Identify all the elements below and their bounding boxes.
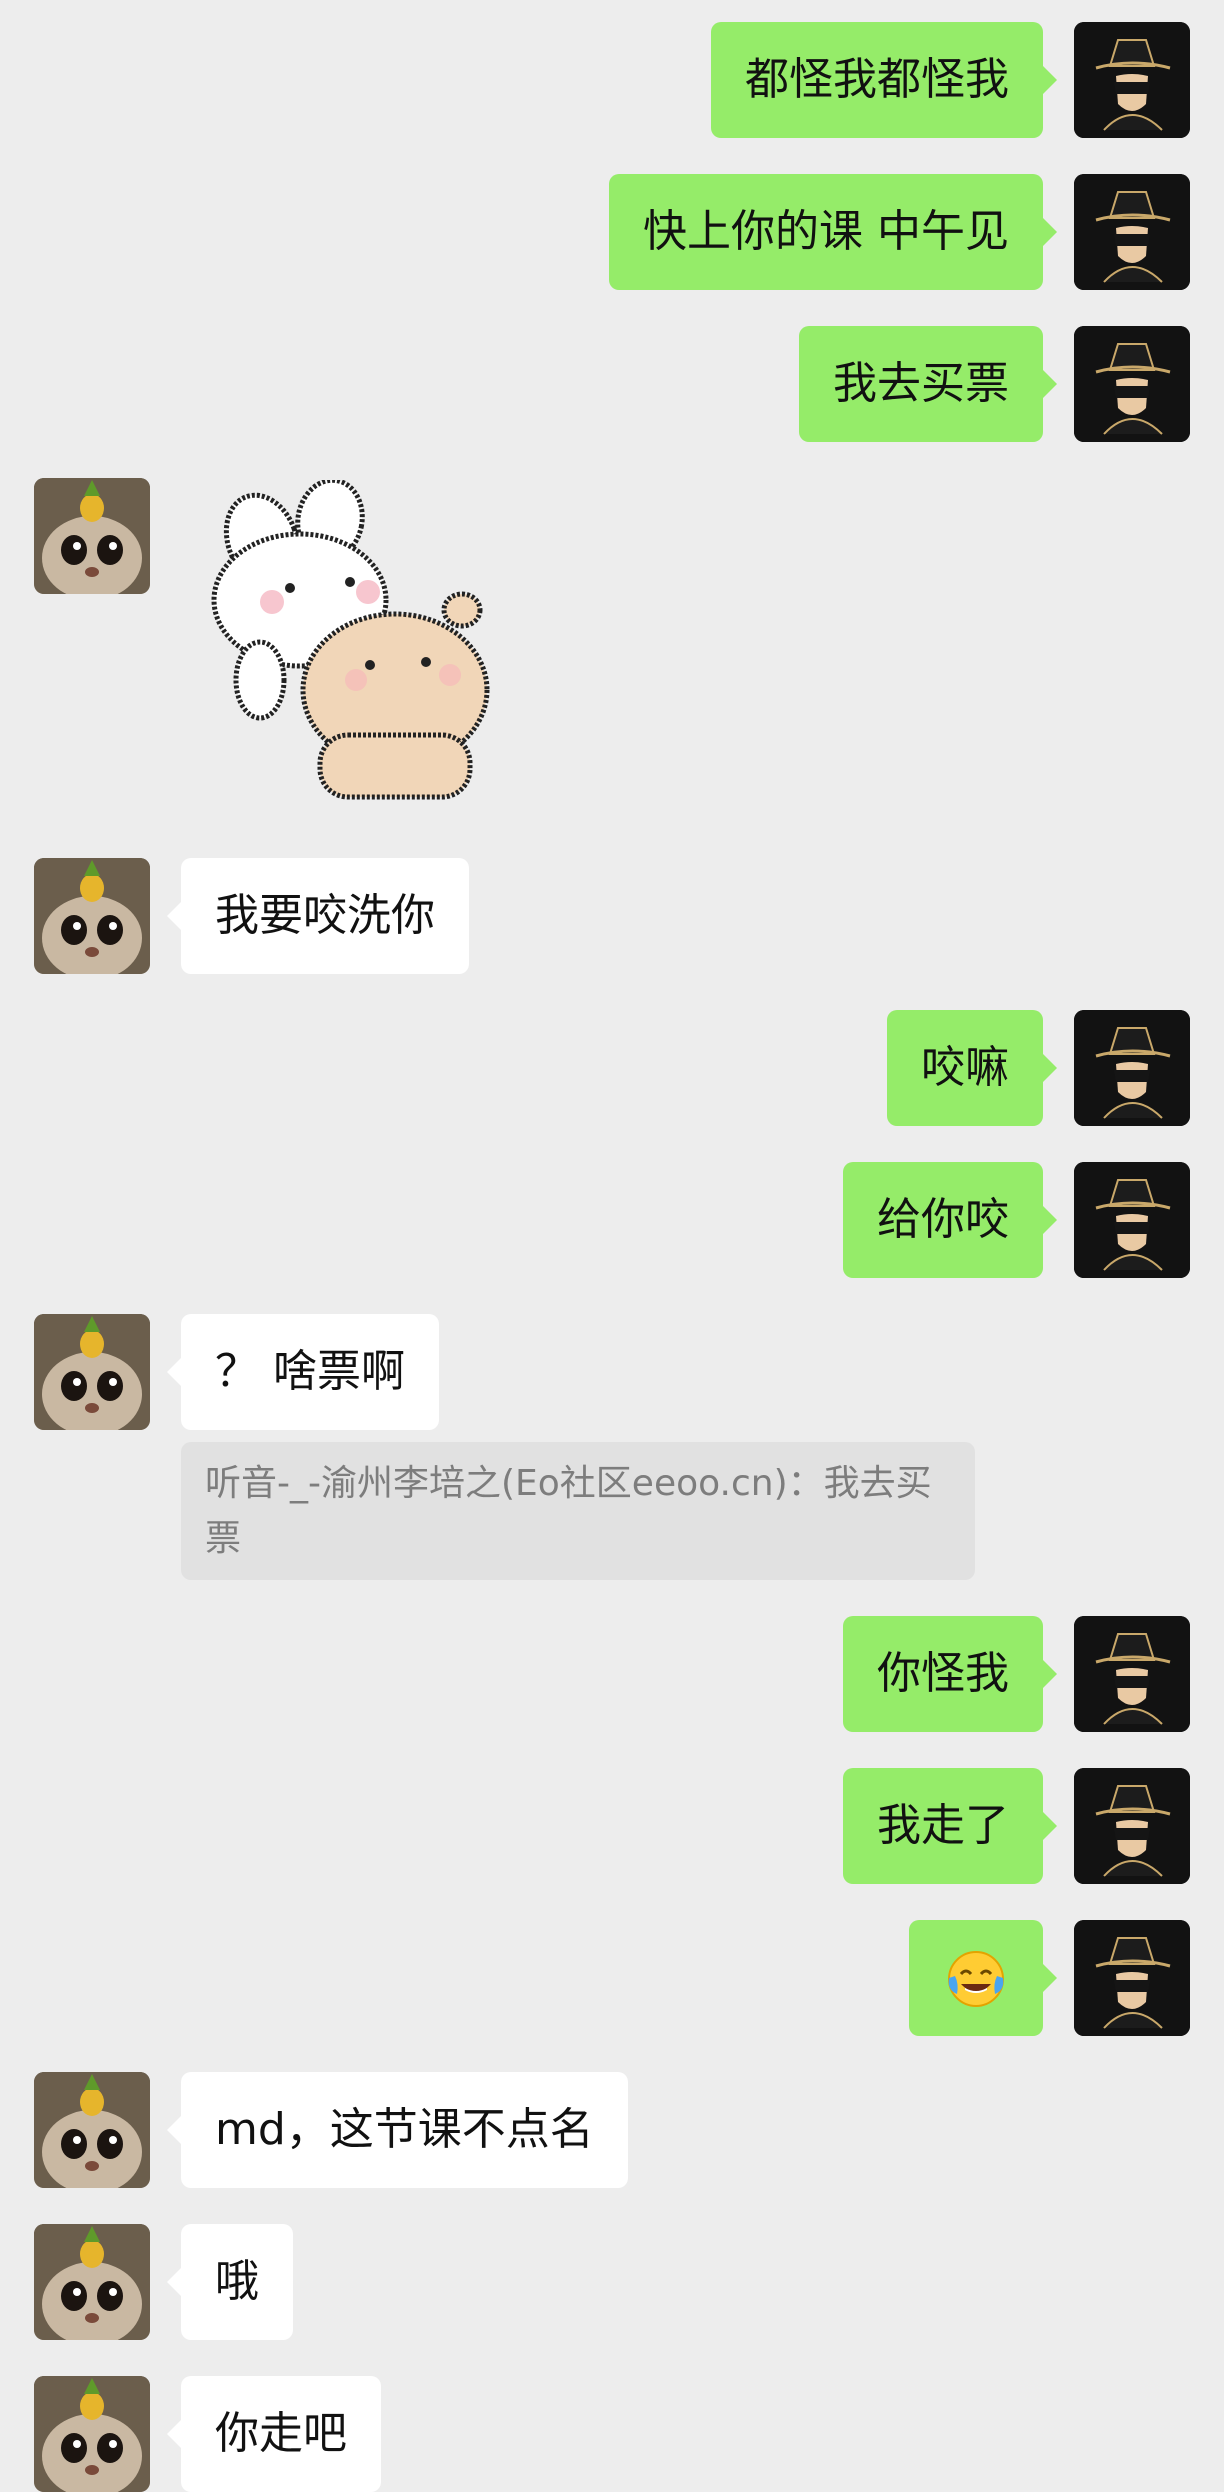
message-bubble-received[interactable]: md，这节课不点名 xyxy=(167,2072,628,2188)
cat-with-pineapple-icon xyxy=(34,2376,150,2492)
message-bubble-sent[interactable]: 咬嘛 xyxy=(887,1010,1057,1126)
sticker-message[interactable] xyxy=(200,480,520,820)
contact-avatar[interactable] xyxy=(34,2072,150,2188)
my-avatar[interactable] xyxy=(1074,174,1190,290)
chat-message-list[interactable]: 都怪我都怪我 快上你的课 中午见 我去买票 我要咬洗你 咬嘛 给你咬 ？ 啥票啊… xyxy=(0,0,1224,2492)
my-avatar[interactable] xyxy=(1074,1768,1190,1884)
cat-with-pineapple-icon xyxy=(34,478,150,594)
message-bubble-received[interactable]: ？ 啥票啊 xyxy=(167,1314,439,1430)
my-avatar[interactable] xyxy=(1074,1920,1190,2036)
message-bubble-sent[interactable]: 我去买票 xyxy=(799,326,1057,442)
message-bubble-sent[interactable]: 快上你的课 中午见 xyxy=(609,174,1057,290)
contact-avatar[interactable] xyxy=(34,858,150,974)
rabbit-bear-sticker-icon xyxy=(211,480,490,800)
message-bubble-received[interactable]: 我要咬洗你 xyxy=(167,858,469,974)
my-avatar[interactable] xyxy=(1074,1616,1190,1732)
message-bubble-received[interactable]: 哦 xyxy=(167,2224,293,2340)
contact-avatar[interactable] xyxy=(34,1314,150,1430)
my-avatar[interactable] xyxy=(1074,326,1190,442)
contact-avatar[interactable] xyxy=(34,478,150,594)
face-with-tears-of-joy-icon xyxy=(948,1951,1004,2007)
cat-with-pineapple-icon xyxy=(34,2224,150,2340)
cat-with-pineapple-icon xyxy=(34,858,150,974)
message-bubble-sent[interactable]: 给你咬 xyxy=(843,1162,1057,1278)
message-bubble-sent[interactable]: 都怪我都怪我 xyxy=(711,22,1057,138)
message-bubble-received[interactable]: 你走吧 xyxy=(167,2376,381,2492)
hat-silhouette-icon xyxy=(1074,1616,1190,1732)
my-avatar[interactable] xyxy=(1074,1010,1190,1126)
cat-with-pineapple-icon xyxy=(34,2072,150,2188)
hat-silhouette-icon xyxy=(1074,22,1190,138)
message-bubble-sent[interactable]: 我走了 xyxy=(843,1768,1057,1884)
hat-silhouette-icon xyxy=(1074,326,1190,442)
quoted-message[interactable]: 听音-_-渝州李培之(Eo社区eeoo.cn)：我去买票 xyxy=(181,1442,975,1580)
hat-silhouette-icon xyxy=(1074,1162,1190,1278)
hat-silhouette-icon xyxy=(1074,1010,1190,1126)
contact-avatar[interactable] xyxy=(34,2376,150,2492)
cat-with-pineapple-icon xyxy=(34,1314,150,1430)
emoji-message[interactable] xyxy=(909,1920,1057,2036)
my-avatar[interactable] xyxy=(1074,1162,1190,1278)
hat-silhouette-icon xyxy=(1074,1920,1190,2036)
hat-silhouette-icon xyxy=(1074,1768,1190,1884)
message-bubble-sent[interactable]: 你怪我 xyxy=(843,1616,1057,1732)
hat-silhouette-icon xyxy=(1074,174,1190,290)
my-avatar[interactable] xyxy=(1074,22,1190,138)
contact-avatar[interactable] xyxy=(34,2224,150,2340)
